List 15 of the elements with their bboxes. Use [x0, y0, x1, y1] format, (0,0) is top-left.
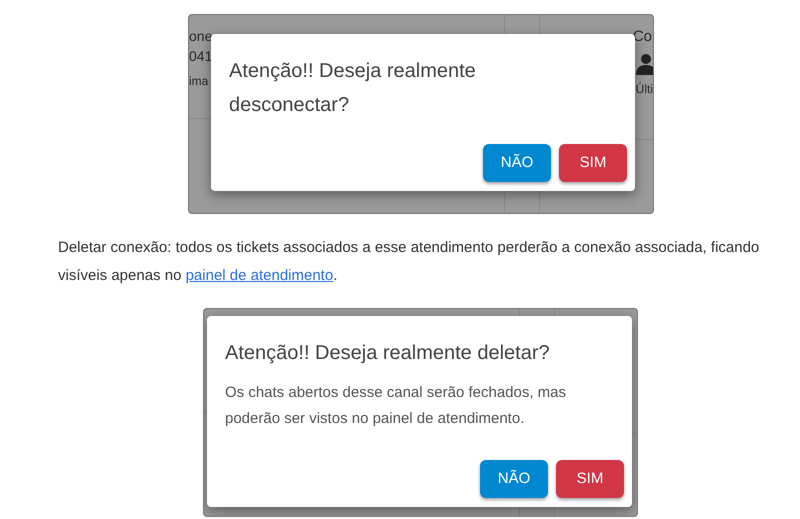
- dialog-title: Atenção!! Deseja realmente desconectar?: [229, 59, 477, 118]
- background-text: Co: [632, 29, 652, 44]
- user-icon: [635, 53, 653, 75]
- background-text: 041: [189, 49, 212, 63]
- background-text: one: [189, 29, 212, 43]
- description-paragraph: Deletar conexão: todos os tickets associados a esse atendimento perderão a conexão associada, ficando visíveis apenas no painel de atendimento.: [58, 238, 760, 286]
- no-button[interactable]: NÃO: [480, 460, 548, 498]
- no-button[interactable]: NÃO: [483, 144, 551, 182]
- dialog-message: Os chats abertos desse canal serão fechados, mas poderão ser vistos no painel de atendimento.: [225, 383, 568, 429]
- yes-button[interactable]: SIM: [559, 144, 627, 182]
- background-text: Últi: [636, 83, 653, 95]
- yes-button[interactable]: SIM: [556, 460, 624, 498]
- panel-link[interactable]: painel de atendimento: [186, 267, 334, 284]
- dialog-title: Atenção!! Deseja realmente deletar?: [225, 341, 551, 366]
- background-text: ima: [189, 75, 208, 87]
